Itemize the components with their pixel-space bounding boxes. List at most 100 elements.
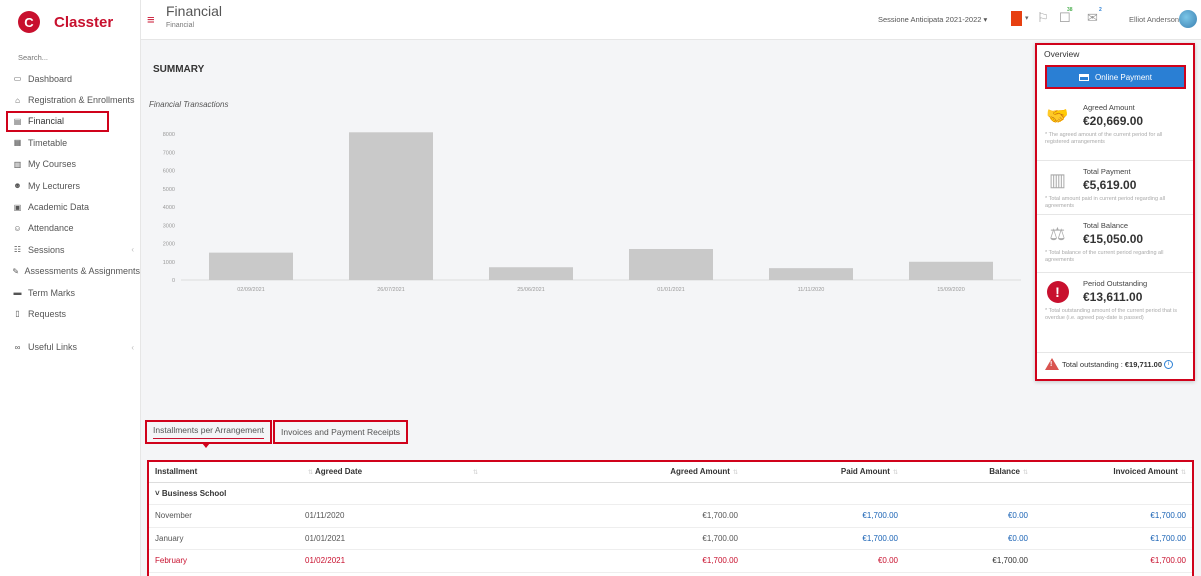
tab-invoices[interactable]: Invoices and Payment Receipts: [273, 420, 409, 444]
menu-toggle-icon[interactable]: ≡: [147, 12, 155, 27]
sidebar-item-financial[interactable]: ▤ Financial: [6, 110, 109, 133]
sidebar-item-dashboard[interactable]: ▭ Dashboard: [0, 68, 140, 89]
sidebar: C Classter ▭ Dashboard ⌂ Registration & Enr…: [0, 0, 141, 576]
sidebar-item-label: Financial: [28, 116, 65, 127]
group-row[interactable]: ˅ Business School: [149, 482, 1192, 505]
user-menu[interactable]: Elliot Anderson ▾: [1129, 15, 1185, 24]
messages-icon[interactable]: ✉: [1087, 10, 1098, 26]
avatar[interactable]: [1179, 10, 1197, 28]
chevron-left-icon: ‹: [131, 342, 134, 352]
id-card-icon: ▣: [13, 202, 22, 212]
document-icon: ▯: [15, 309, 20, 319]
sidebar-item-attendance[interactable]: ☺ Attendance: [0, 218, 140, 239]
cell-invoiced: €1,700.00: [1034, 504, 1192, 528]
y-tick-label: 5000: [163, 187, 175, 193]
bar-chart-icon: ▥: [1048, 169, 1066, 190]
col-invoiced-amount[interactable]: Invoiced Amount ⇅: [1034, 462, 1192, 483]
tab-installments[interactable]: Installments per Arrangement: [145, 420, 273, 448]
stat-label: Total Payment: [1083, 167, 1131, 176]
money-icon: ▤: [13, 116, 22, 126]
col-blank[interactable]: ⇅: [464, 462, 614, 483]
col-agreed-date-label: Agreed Date: [314, 467, 363, 477]
group-cell: ˅ Business School: [149, 482, 1192, 505]
chevron-down-icon: ˅: [155, 488, 160, 498]
installments-table: Installment ⇅ Agreed Date ⇅ Agreed Amoun…: [147, 460, 1194, 576]
laptop-icon: ▭: [13, 74, 22, 84]
y-tick-label: 2000: [163, 242, 175, 248]
office-dropdown-icon[interactable]: ▾: [1025, 14, 1029, 22]
cell-agreed: €1,700.00: [614, 504, 744, 528]
handshake-icon: 🤝: [1046, 105, 1069, 126]
brand-name: Classter: [54, 13, 114, 31]
sidebar-item-label: Timetable: [28, 137, 68, 148]
chevron-left-icon: ‹: [131, 95, 134, 105]
col-agreed-date[interactable]: ⇅ Agreed Date: [299, 462, 464, 483]
y-tick-label: 1000: [163, 260, 175, 266]
sidebar-item-label: Dashboard: [28, 73, 73, 84]
financial-transactions-chart: Financial Transactions 0 1000 2000 3000 4000 5…: [149, 100, 1021, 293]
col-installment-label: Installment: [155, 467, 198, 477]
overview-stat: ▥ Total Payment €5,619.00 * Total amount pa…: [1037, 161, 1193, 215]
table-row[interactable]: November 01/11/2020 €1,700.00 €1,700.00 €0.0…: [149, 504, 1192, 528]
stat-value: €15,050.00: [1083, 232, 1144, 246]
sidebar-item-useful-links[interactable]: ∞ Useful Links ‹: [0, 337, 140, 358]
brand[interactable]: C Classter: [0, 0, 140, 44]
tab-invoices-label: Invoices and Payment Receipts: [281, 427, 401, 437]
cell-balance: €1,700.00: [904, 549, 1034, 573]
col-agreed-amount[interactable]: Agreed Amount ⇅: [614, 462, 744, 483]
col-installment[interactable]: Installment: [149, 462, 299, 483]
overview-stat: ! Period Outstanding €13,611.00 * Total out…: [1037, 273, 1193, 353]
sidebar-search-input[interactable]: [18, 50, 128, 64]
sidebar-item-label: My Courses: [28, 159, 77, 170]
notifications-badge: 38: [1067, 7, 1073, 13]
classter-logo-icon: C: [18, 11, 40, 33]
col-invoiced-amount-label: Invoiced Amount: [1113, 467, 1178, 477]
info-icon[interactable]: i: [1164, 359, 1174, 369]
cell-installment: February: [149, 549, 299, 573]
sidebar-item-requests[interactable]: ▯ Requests: [0, 303, 140, 324]
y-tick-label: 7000: [163, 150, 175, 156]
cell-blank: [464, 527, 614, 550]
x-tick-label: 25/06/2021: [517, 287, 545, 293]
sidebar-item-term-marks[interactable]: ▬ Term Marks: [0, 282, 140, 303]
col-paid-amount[interactable]: Paid Amount ⇅: [744, 462, 904, 483]
y-tick-label: 0: [172, 278, 175, 284]
table-row[interactable]: February 01/02/2021 €1,700.00 €0.00 €1,700.0…: [149, 549, 1192, 573]
col-balance[interactable]: Balance ⇅: [904, 462, 1034, 483]
sidebar-item-sessions[interactable]: ☷ Sessions ‹: [0, 239, 140, 260]
stat-note: * Total balance of the current period re…: [1045, 250, 1164, 264]
session-selector[interactable]: Sessione Anticipata 2021-2022 ▾: [878, 15, 987, 24]
y-tick-label: 3000: [163, 223, 175, 229]
cell-balance: €0.00: [904, 527, 1034, 550]
online-payment-button[interactable]: Online Payment: [1045, 65, 1186, 89]
total-outstanding-label: Total outstanding :: [1062, 359, 1123, 369]
breadcrumb[interactable]: Financial: [166, 22, 194, 29]
cell-blank: [464, 504, 614, 528]
sidebar-item-academic-data[interactable]: ▣ Academic Data: [0, 196, 140, 217]
cell-invoiced: €1,700.00: [1034, 549, 1192, 573]
cell-balance: €0.00: [904, 504, 1034, 528]
sidebar-item-label: Sessions: [28, 244, 65, 255]
sidebar-item-assessments-assignments[interactable]: ✎ Assessments & Assignments: [0, 261, 140, 282]
stat-value: €13,611.00: [1083, 290, 1143, 304]
flag-icon[interactable]: ⚐: [1037, 10, 1049, 26]
office-apps-icon[interactable]: [1011, 11, 1022, 26]
sort-icon: ⇅: [732, 470, 738, 477]
y-tick-label: 8000: [163, 132, 175, 138]
stat-label: Period Outstanding: [1083, 279, 1148, 288]
sidebar-item-my-lecturers[interactable]: ☻ My Lecturers: [0, 175, 140, 196]
sidebar-item-my-courses[interactable]: ▥ My Courses: [0, 154, 140, 175]
chart-bar: [349, 132, 433, 280]
sort-icon: ⇅: [1022, 470, 1028, 477]
sidebar-item-timetable[interactable]: ▦ Timetable: [0, 132, 140, 153]
sort-icon: ⇅: [1180, 470, 1186, 477]
sidebar-item-label: Requests: [28, 308, 67, 319]
group-icon: ☷: [13, 245, 22, 255]
sidebar-item-registration-enrollments[interactable]: ⌂ Registration & Enrollments ‹: [0, 89, 140, 110]
group-label: Business School: [161, 488, 227, 498]
table-row[interactable]: January 01/01/2021 €1,700.00 €1,700.00 €0.00…: [149, 527, 1192, 550]
total-outstanding: ! Total outstanding : €19,711.00 i: [1045, 358, 1174, 370]
chart-bar: [489, 267, 573, 280]
y-tick-label: 6000: [163, 169, 175, 175]
chart-title: Financial Transactions: [149, 100, 228, 109]
